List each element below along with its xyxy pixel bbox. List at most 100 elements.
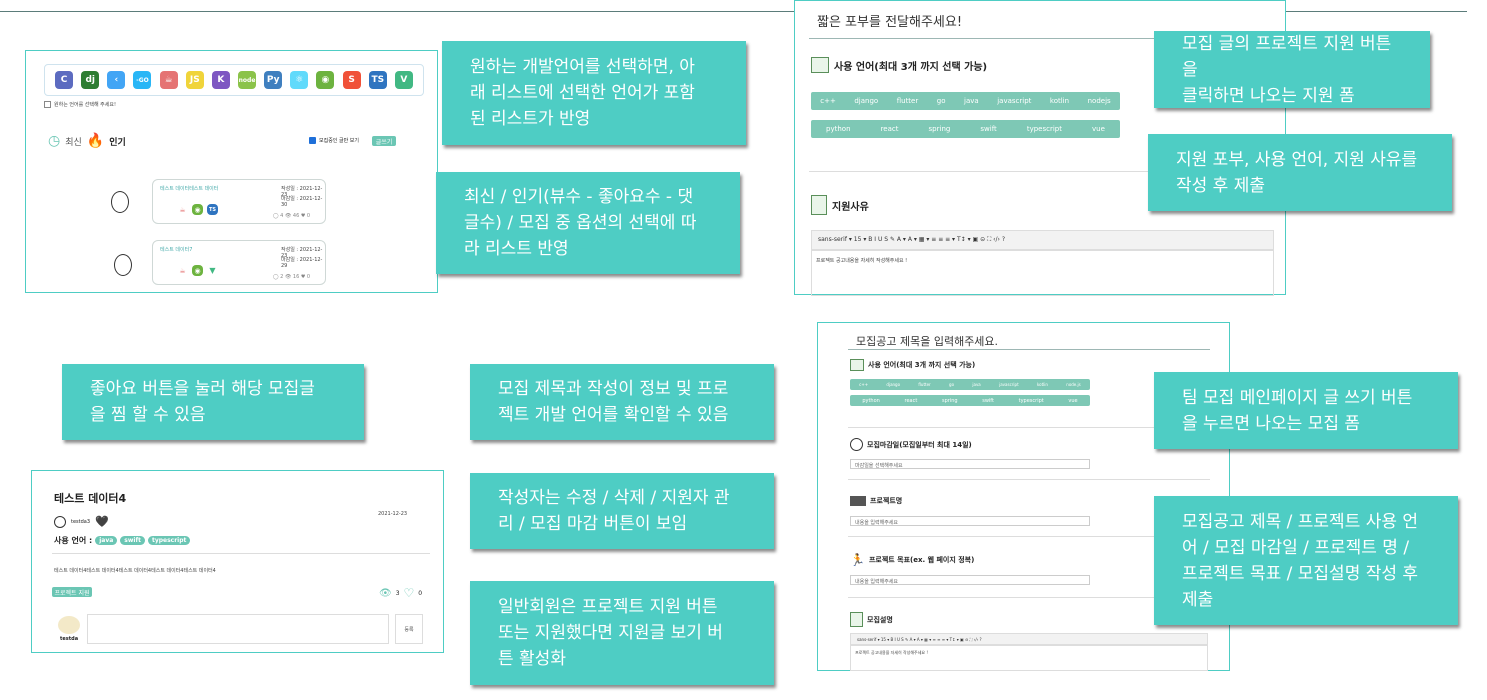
- write-button[interactable]: 글쓰기: [372, 136, 396, 146]
- post-title[interactable]: 테스트 데이터테스트 데이터: [160, 185, 218, 192]
- callout-line: 라 리스트 반영: [464, 239, 569, 259]
- lang-option[interactable]: python: [862, 398, 880, 404]
- editor-placeholder: 프로젝트 공고내용을 자세히 작성해주세요 !: [816, 258, 908, 264]
- flutter-icon[interactable]: ‹: [107, 71, 126, 89]
- lang-option[interactable]: django: [886, 382, 900, 387]
- lang-option[interactable]: django: [854, 97, 878, 105]
- lang-tag: swift: [120, 536, 145, 545]
- callout-recruit-fields: 모집공고 제목 / 프로젝트 사용 언어 / 모집 마감일 / 프로젝트 명 /…: [1154, 496, 1458, 625]
- lang-option[interactable]: swift: [980, 125, 996, 133]
- like-button[interactable]: ♡: [404, 586, 415, 600]
- avatar: [54, 515, 66, 528]
- language-hint: 원하는 언어를 선택해 주세요!: [44, 101, 116, 108]
- lang-option[interactable]: vue: [1068, 398, 1077, 404]
- toolbar-buttons[interactable]: sans-serif ▾ 15 ▾ B I U S ✎ A ▾ A ▾ ▦ ▾ …: [818, 236, 1005, 244]
- clock-icon: ◷: [48, 133, 61, 149]
- editor-toolbar[interactable]: sans-serif ▾ 15 ▾ B I U S ✎ A ▾ A ▾ ▦ ▾ …: [811, 230, 1274, 250]
- post-card[interactable]: 테스트 데이터테스트 데이터 작성일 : 2021-12-23 마감일 : 20…: [152, 179, 326, 224]
- lang-option[interactable]: go: [949, 382, 954, 387]
- editor-area[interactable]: 프로젝트 공고내용을 자세히 작성해주세요 !: [850, 645, 1208, 671]
- typescript-icon[interactable]: TS: [368, 71, 387, 89]
- callout-sort-options: 최신 / 인기(뷰수 - 좋아요수 - 댓 글수) / 모집 중 옵션의 선택에 …: [436, 172, 740, 274]
- lang-option[interactable]: python: [826, 125, 851, 133]
- avatar: [111, 191, 129, 213]
- like-count: 0: [418, 589, 423, 597]
- lang-option[interactable]: spring: [929, 125, 951, 133]
- tab-popular[interactable]: 인기: [109, 135, 126, 148]
- callout-line: 클릭하면 나오는 지원 폼: [1182, 85, 1355, 106]
- deadline-input[interactable]: 마감일을 선택해주세요: [850, 459, 1090, 469]
- recruiting-toggle[interactable]: 모집중인 글만 보기: [309, 137, 359, 144]
- lang-option[interactable]: javascript: [999, 382, 1019, 387]
- project-name-input[interactable]: 내용을 입력해주세요: [850, 516, 1090, 526]
- spring-icon: ◉: [192, 204, 203, 215]
- lang-row-1[interactable]: c++ django flutter go java javascript kotlin no…: [850, 379, 1090, 390]
- c-icon[interactable]: C: [55, 71, 74, 89]
- lang-option[interactable]: react: [905, 398, 918, 404]
- callout-line: 래 리스트에 선택한 언어가 포함: [470, 83, 695, 103]
- callout-line: 어 / 모집 마감일 / 프로젝트 명 /: [1182, 537, 1410, 558]
- lang-option[interactable]: spring: [942, 398, 958, 404]
- post-title[interactable]: 테스트 데이터7: [160, 246, 192, 253]
- apply-button[interactable]: 프로젝트 지원: [52, 587, 92, 597]
- lang-option[interactable]: typescript: [1019, 398, 1044, 404]
- lang-option[interactable]: swift: [982, 398, 994, 404]
- lang-option[interactable]: node.js: [1066, 382, 1080, 387]
- lang-option[interactable]: vue: [1092, 125, 1105, 133]
- python-icon[interactable]: Py: [264, 71, 283, 89]
- swift-icon[interactable]: S: [342, 71, 361, 89]
- spring-icon: ◉: [192, 265, 203, 276]
- spring-icon[interactable]: ◉: [316, 71, 335, 89]
- react-icon[interactable]: ⚛: [290, 71, 309, 89]
- lang-option[interactable]: javascript: [997, 97, 1031, 105]
- lang-option[interactable]: java: [972, 382, 980, 387]
- lang-section-title: 사용 언어(최대 3개 까지 선택 가능): [868, 361, 976, 369]
- comment-submit-button[interactable]: 등록: [395, 614, 423, 644]
- lang-option[interactable]: nodejs: [1088, 97, 1111, 105]
- commenter-name: testda: [60, 636, 79, 642]
- editor-area[interactable]: 프로젝트 공고내용을 자세히 작성해주세요 !: [811, 250, 1274, 296]
- lang-option[interactable]: c++: [859, 382, 868, 387]
- typescript-icon: TS: [207, 204, 218, 215]
- callout-line: 지원 포부, 사용 언어, 지원 사유를: [1176, 149, 1418, 170]
- callout-line: 모집 제목과 작성이 정보 및 프로: [498, 379, 729, 399]
- divider: [52, 553, 430, 554]
- lang-section-title: 사용 언어(최대 3개 까지 선택 가능): [834, 61, 988, 73]
- comment-input[interactable]: [87, 614, 389, 644]
- checkbox[interactable]: [309, 137, 316, 144]
- post-card[interactable]: 테스트 데이터7 작성일 : 2021-12-23 마감일 : 2021-12-…: [152, 240, 326, 285]
- avatar: [114, 254, 132, 276]
- post-body: 테스트 데이터4테스트 데이터4테스트 데이터4테스트 데이터4테스트 데이터4: [54, 568, 216, 574]
- callout-member-buttons: 일반회원은 프로젝트 지원 버튼 또는 지원했다면 지원글 보기 버튼 활성화: [470, 581, 774, 685]
- desc-section-title: 모집설명: [867, 615, 893, 624]
- toolbar-buttons[interactable]: sans-serif ▾ 15 ▾ B I U S ✎ A ▾ A ▾ ▦ ▾ …: [857, 637, 982, 642]
- lang-row-2[interactable]: python react spring swift typescript vue: [850, 395, 1090, 406]
- vue-icon[interactable]: V: [394, 71, 413, 89]
- editor-toolbar[interactable]: sans-serif ▾ 15 ▾ B I U S ✎ A ▾ A ▾ ▦ ▾ …: [850, 633, 1208, 645]
- lang-option[interactable]: react: [881, 125, 899, 133]
- django-icon[interactable]: dj: [81, 71, 100, 89]
- lang-row-2[interactable]: python react spring swift typescript vue: [811, 120, 1120, 138]
- lang-option[interactable]: typescript: [1027, 125, 1062, 133]
- lang-option[interactable]: kotlin: [1050, 97, 1069, 105]
- divider: [848, 349, 1210, 350]
- go-icon[interactable]: -GO: [133, 71, 152, 89]
- callout-line: 작성 후 제출: [1176, 175, 1266, 196]
- node-icon[interactable]: node: [238, 71, 257, 89]
- lang-option[interactable]: java: [964, 97, 979, 105]
- kotlin-icon[interactable]: K: [211, 71, 230, 89]
- lang-row-1[interactable]: c++ django flutter go java javascript kotlin no…: [811, 92, 1120, 110]
- tab-latest[interactable]: 최신: [65, 135, 82, 148]
- java-icon[interactable]: ☕: [159, 71, 178, 89]
- lang-line: 사용 언어 : java swift typescript: [54, 535, 191, 546]
- lang-option[interactable]: go: [937, 97, 946, 105]
- monitor-icon: [811, 57, 829, 73]
- divider: [848, 479, 1210, 480]
- lang-option[interactable]: flutter: [918, 382, 930, 387]
- javascript-icon[interactable]: JS: [185, 71, 204, 89]
- lang-option[interactable]: flutter: [897, 97, 919, 105]
- lang-option[interactable]: c++: [820, 97, 836, 105]
- writing-icon: [850, 612, 863, 627]
- goal-input[interactable]: 내용을 입력해주세요: [850, 575, 1090, 585]
- lang-option[interactable]: kotlin: [1037, 382, 1048, 387]
